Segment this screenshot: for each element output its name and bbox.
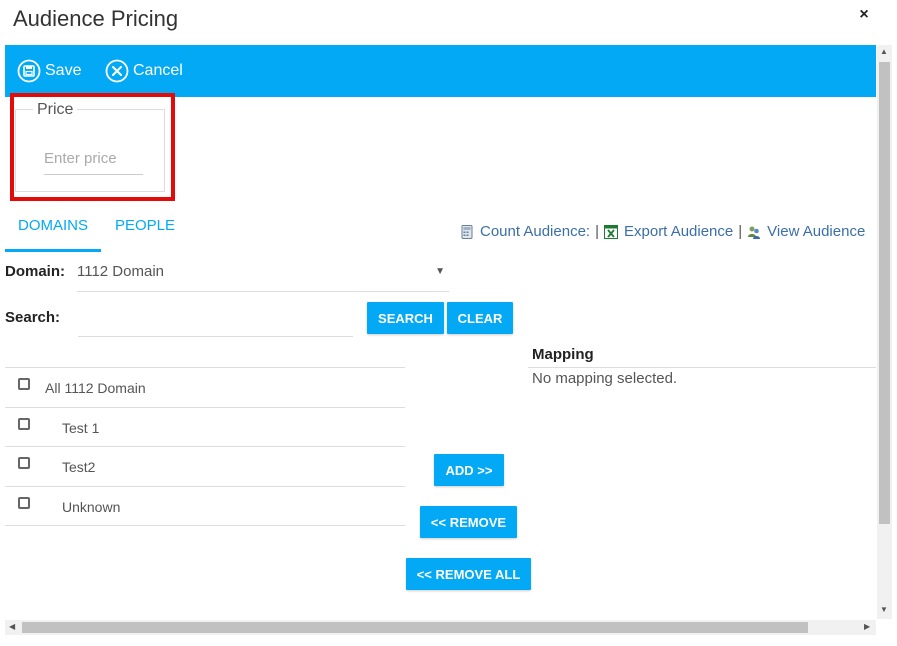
search-button[interactable]: SEARCH xyxy=(367,302,444,334)
calculator-icon xyxy=(461,224,473,239)
mapping-empty-text: No mapping selected. xyxy=(532,370,678,387)
audience-pricing-dialog: Audience Pricing × Save Cancel Price DOM… xyxy=(0,0,897,646)
active-tab-indicator xyxy=(5,249,101,252)
close-icon[interactable]: × xyxy=(855,6,873,24)
save-button[interactable]: Save xyxy=(17,59,81,83)
domain-select[interactable]: 1112 Domain ▼ xyxy=(77,256,449,292)
tab-people[interactable]: PEOPLE xyxy=(115,217,175,234)
vertical-scrollbar[interactable]: ▲ ▼ xyxy=(877,45,892,619)
dropdown-caret-icon: ▼ xyxy=(435,266,445,277)
users-icon xyxy=(748,226,761,239)
list-item-label: All 1112 Domain xyxy=(45,380,146,396)
list-item[interactable]: Test 1 xyxy=(5,408,405,447)
dialog-title: Audience Pricing xyxy=(13,6,179,31)
scroll-down-icon[interactable]: ▼ xyxy=(880,605,888,614)
search-input[interactable] xyxy=(78,302,353,337)
list-item[interactable]: All 1112 Domain xyxy=(5,368,405,408)
scroll-left-icon[interactable]: ◀ xyxy=(9,622,15,631)
vertical-scroll-thumb[interactable] xyxy=(879,62,890,524)
clear-button[interactable]: CLEAR xyxy=(447,302,513,334)
toolbar: Save Cancel xyxy=(5,45,876,97)
tab-domains[interactable]: DOMAINS xyxy=(18,217,88,234)
view-audience-link[interactable]: View Audience xyxy=(767,223,865,240)
separator: | xyxy=(595,223,599,240)
mapping-heading: Mapping xyxy=(532,346,594,363)
scroll-up-icon[interactable]: ▲ xyxy=(880,47,888,56)
mapping-divider xyxy=(528,367,876,368)
search-label: Search: xyxy=(5,309,61,326)
list-item-label: Test2 xyxy=(62,459,96,475)
audience-actions: Count Audience: | Export Audience | View… xyxy=(460,223,865,240)
scroll-right-icon[interactable]: ▶ xyxy=(864,622,870,631)
cancel-button[interactable]: Cancel xyxy=(105,59,183,83)
count-audience-link[interactable]: Count Audience: xyxy=(480,223,590,240)
excel-icon xyxy=(604,224,618,239)
horizontal-scroll-thumb[interactable] xyxy=(22,622,808,633)
domain-label: Domain: xyxy=(5,263,65,280)
cancel-icon xyxy=(105,59,129,83)
save-icon xyxy=(17,59,41,83)
separator: | xyxy=(738,223,743,240)
list-item-label: Test 1 xyxy=(62,419,100,436)
remove-all-button[interactable]: << REMOVE ALL xyxy=(406,558,531,590)
checkbox[interactable] xyxy=(18,378,30,390)
checkbox[interactable] xyxy=(18,417,30,430)
horizontal-scrollbar[interactable]: ◀ ▶ xyxy=(5,620,876,635)
list-item[interactable]: Test2 xyxy=(5,447,405,487)
cancel-label: Cancel xyxy=(133,62,183,79)
list-item-label: Unknown xyxy=(62,498,121,515)
highlight-box xyxy=(10,93,175,201)
checkbox[interactable] xyxy=(18,457,30,469)
add-button[interactable]: ADD >> xyxy=(434,454,504,486)
list-item[interactable]: Unknown xyxy=(5,487,405,526)
export-audience-link[interactable]: Export Audience xyxy=(624,223,733,240)
domain-list: All 1112 Domain Test 1 Test2 Unknown xyxy=(5,367,405,526)
save-label: Save xyxy=(45,62,82,79)
remove-button[interactable]: << REMOVE xyxy=(420,506,517,538)
checkbox[interactable] xyxy=(18,496,30,509)
domain-selected-value: 1112 Domain xyxy=(77,263,164,280)
